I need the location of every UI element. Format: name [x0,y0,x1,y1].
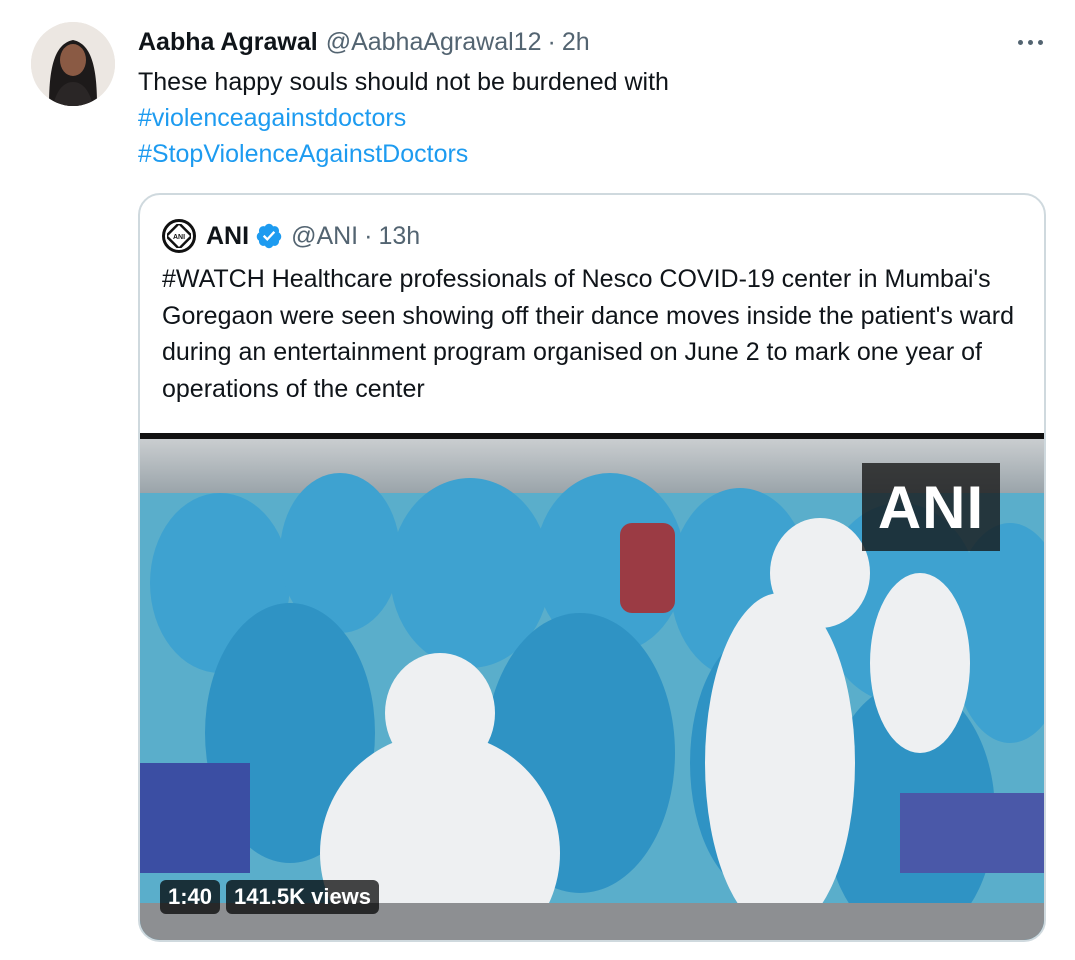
quoted-tweet-card[interactable]: ANI ANI @ANI · 13h #WATCH Healthcare pro… [138,193,1046,942]
video-meta: 1:40 141.5K views [160,880,380,914]
author-handle[interactable]: @AabhaAgrawal12 [326,28,542,57]
play-video-area[interactable] [140,433,1044,940]
video-player[interactable]: ANI 1:40 141.5K views [140,433,1044,940]
ani-avatar[interactable]: ANI [162,219,196,253]
tweet-time[interactable]: 2h [562,28,590,57]
separator-dot: · [547,27,556,56]
quoted-author-handle[interactable]: @ANI [291,222,358,251]
verified-badge-icon [256,223,282,249]
svg-text:ANI: ANI [173,234,185,241]
quoted-tweet-text: #WATCH Healthcare professionals of Nesco… [162,265,1015,403]
quoted-tweet-time[interactable]: 13h [378,222,420,251]
ani-logo-icon: ANI [167,224,191,248]
tweet-header: Aabha Agrawal @AabhaAgrawal12 · 2h [138,24,590,60]
quoted-tweet-header: ANI ANI @ANI · 13h [162,217,420,255]
hashtag-link[interactable]: #violenceagainstdoctors [138,100,1018,136]
separator-dot: · [364,221,373,250]
tweet-text: These happy souls should not be burdened… [138,64,1018,172]
video-views: 141.5K views [226,880,380,914]
hashtag-link[interactable]: #StopViolenceAgainstDoctors [138,136,1018,172]
more-icon[interactable] [1012,28,1048,56]
tweet-text-line: These happy souls should not be burdened… [138,68,669,96]
avatar-image [31,22,115,106]
author-name[interactable]: Aabha Agrawal [138,28,318,57]
video-duration: 1:40 [160,880,221,914]
author-avatar[interactable] [31,22,115,106]
quoted-author-name[interactable]: ANI [206,222,249,251]
